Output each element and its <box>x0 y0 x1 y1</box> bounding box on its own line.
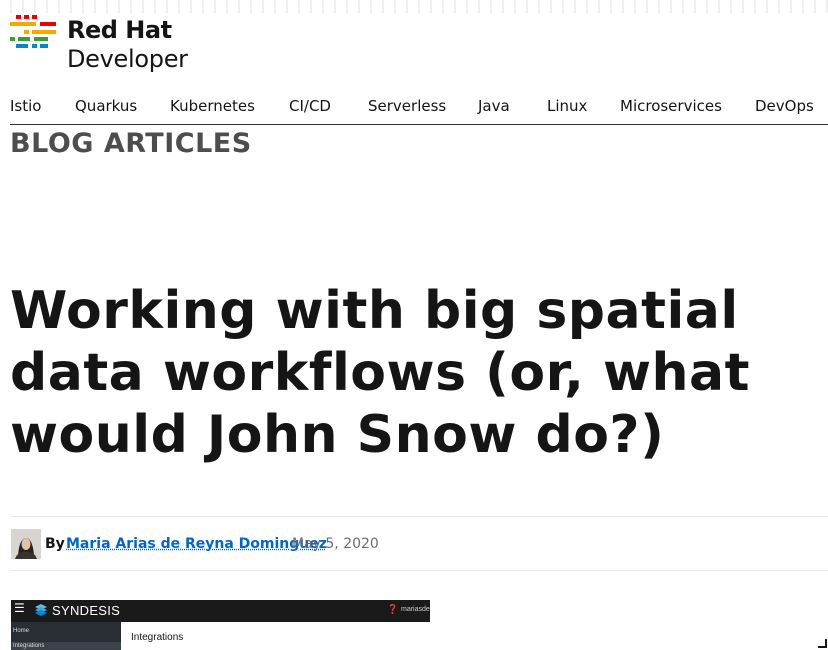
top-decorative-strip <box>0 0 828 13</box>
red-hat-developer-mark-icon <box>10 15 56 48</box>
nav-item-quarkus[interactable]: Quarkus <box>75 97 137 115</box>
nav-item-kubernetes[interactable]: Kubernetes <box>170 97 255 115</box>
article-byline: By Maria Arias de Reyna Dominguez May 5,… <box>10 516 828 571</box>
hero-sidebar-item-home: Home <box>13 628 30 634</box>
publish-date: May 5, 2020 <box>292 536 379 552</box>
help-icon: ❓ <box>387 604 399 614</box>
syndesis-logo-icon <box>35 604 47 616</box>
hero-app-topbar: ☰ SYNDESIS ❓ mariasde <box>11 600 430 622</box>
nav-item-serverless[interactable]: Serverless <box>368 97 446 115</box>
nav-item-linux[interactable]: Linux <box>547 97 587 115</box>
nav-item-microservices[interactable]: Microservices <box>620 97 722 115</box>
hero-page-heading: Integrations <box>131 632 184 643</box>
nav-item-java[interactable]: Java <box>478 97 510 115</box>
article-title: Working with big spatial data workflows … <box>10 281 750 465</box>
topic-navigation: Istio Quarkus Kubernetes CI/CD Serverles… <box>10 96 828 125</box>
section-title: BLOG ARTICLES <box>10 128 252 159</box>
author-avatar[interactable] <box>11 529 41 559</box>
hero-app-brand: SYNDESIS <box>52 603 121 618</box>
nav-item-devops[interactable]: DevOps <box>755 97 814 115</box>
author-portrait-icon <box>11 529 41 559</box>
hero-user-name: mariasde <box>401 606 430 613</box>
article-hero-image: ☰ SYNDESIS ❓ mariasde Home Integrations … <box>11 600 430 650</box>
nav-item-cicd[interactable]: CI/CD <box>289 97 331 115</box>
hero-app-sidebar: Home Integrations <box>11 622 121 650</box>
logo-text-developer: Developer <box>67 45 188 73</box>
byline-by-label: By <box>45 536 65 552</box>
hero-sidebar-item-integrations: Integrations <box>13 643 45 649</box>
author-link[interactable]: Maria Arias de Reyna Dominguez <box>66 536 327 552</box>
logo-text-red-hat: Red Hat <box>67 16 172 44</box>
red-hat-developer-logo[interactable]: Red Hat Developer <box>10 14 210 74</box>
hamburger-icon: ☰ <box>14 601 25 615</box>
corner-crop-icon <box>818 639 827 648</box>
nav-item-istio[interactable]: Istio <box>10 97 41 115</box>
